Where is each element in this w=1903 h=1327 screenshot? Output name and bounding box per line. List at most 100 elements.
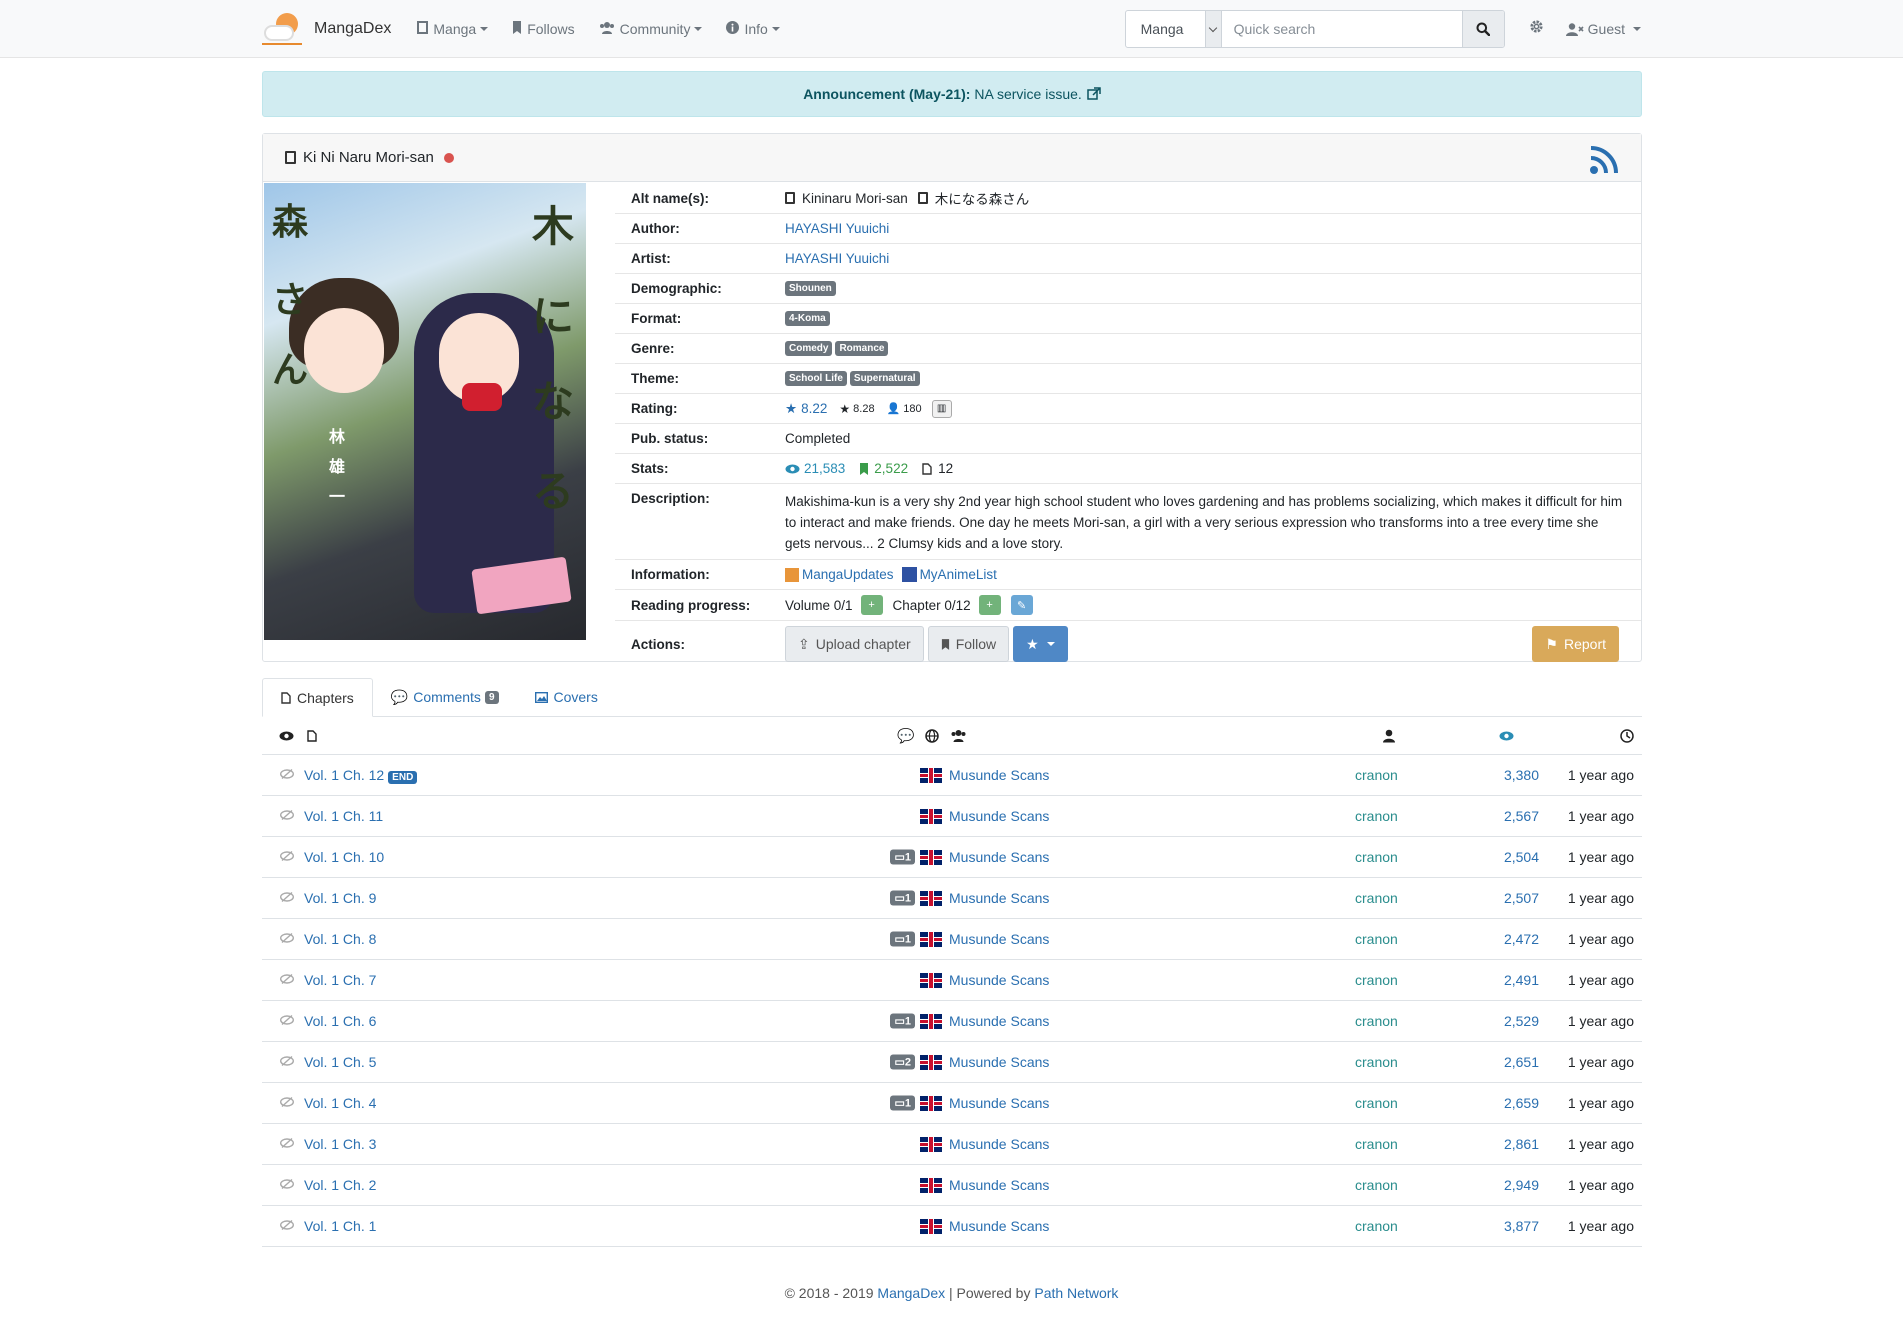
chart-icon[interactable]: ▥ — [931, 399, 952, 418]
mangaupdates-link[interactable]: MangaUpdates — [802, 567, 894, 582]
eye-slash-icon[interactable] — [279, 1014, 295, 1029]
myanimelist-link[interactable]: MyAnimeList — [920, 567, 997, 582]
group-link[interactable]: Musunde Scans — [949, 1013, 1049, 1029]
edit-progress-pencil-icon[interactable]: ✎ — [1010, 595, 1033, 615]
chapter-row[interactable]: Vol. 1 Ch. 9 ▭1 Musunde Scans cranon 2,507 1 … — [262, 878, 1642, 919]
tab-chapters[interactable]: Chapters — [262, 678, 373, 717]
uploader-link[interactable]: cranon — [1355, 931, 1398, 947]
group-link[interactable]: Musunde Scans — [949, 1095, 1049, 1111]
volume-increment-button[interactable]: + — [860, 595, 883, 615]
demographic-badge[interactable]: Shounen — [785, 281, 836, 296]
chapter-title-link[interactable]: Vol. 1 Ch. 12 — [304, 767, 384, 783]
manga-cover-image[interactable]: 木 に な る 森 さ ん 林 雄 一 — [264, 183, 586, 640]
nav-manga[interactable]: Manga — [417, 21, 489, 37]
comment-count-badge[interactable]: ▭1 — [890, 890, 915, 906]
group-link[interactable]: Musunde Scans — [949, 1054, 1049, 1070]
nav-community[interactable]: Community — [599, 21, 703, 37]
author-link[interactable]: HAYASHI Yuuichi — [785, 221, 889, 236]
chapter-title-link[interactable]: Vol. 1 Ch. 9 — [304, 890, 376, 906]
uploader-link[interactable]: cranon — [1355, 1095, 1398, 1111]
group-link[interactable]: Musunde Scans — [949, 849, 1049, 865]
search-button[interactable] — [1461, 11, 1504, 47]
group-link[interactable]: Musunde Scans — [949, 1218, 1049, 1234]
external-link-icon[interactable] — [1087, 87, 1101, 101]
quick-search-input[interactable] — [1221, 11, 1462, 47]
chapter-row[interactable]: Vol. 1 Ch. 7 Musunde Scans cranon 2,491 1 ye… — [262, 960, 1642, 1001]
uploader-link[interactable]: cranon — [1355, 808, 1398, 824]
uploader-link[interactable]: cranon — [1355, 890, 1398, 906]
comment-count-badge[interactable]: ▭1 — [890, 849, 915, 865]
comment-count-badge[interactable]: ▭2 — [890, 1054, 915, 1070]
report-button[interactable]: ⚑ Report — [1532, 626, 1619, 662]
eye-slash-icon[interactable] — [279, 891, 295, 906]
theme-badge[interactable]: Supernatural — [849, 371, 920, 386]
chapter-title-link[interactable]: Vol. 1 Ch. 7 — [304, 972, 376, 988]
chapter-row[interactable]: Vol. 1 Ch. 1 Musunde Scans cranon 3,877 1 ye… — [262, 1206, 1642, 1247]
uploader-link[interactable]: cranon — [1355, 1013, 1398, 1029]
eye-slash-icon[interactable] — [279, 850, 295, 865]
rss-icon[interactable] — [1589, 145, 1619, 175]
comment-count-badge[interactable]: ▭1 — [890, 931, 915, 947]
artist-link[interactable]: HAYASHI Yuuichi — [785, 251, 889, 266]
follow-button[interactable]: Follow — [927, 626, 1010, 662]
brand-link[interactable]: MangaDex — [262, 11, 391, 47]
group-link[interactable]: Musunde Scans — [949, 972, 1049, 988]
tab-covers[interactable]: Covers — [517, 678, 616, 716]
uploader-link[interactable]: cranon — [1355, 1054, 1398, 1070]
rate-button[interactable]: ★ — [1013, 626, 1068, 662]
chapter-title-link[interactable]: Vol. 1 Ch. 6 — [304, 1013, 376, 1029]
chapter-row[interactable]: Vol. 1 Ch. 8 ▭1 Musunde Scans cranon 2,472 1 … — [262, 919, 1642, 960]
uploader-link[interactable]: cranon — [1355, 767, 1398, 783]
search-type-select[interactable]: Manga — [1126, 11, 1206, 47]
eye-slash-icon[interactable] — [279, 768, 295, 783]
chapter-increment-button[interactable]: + — [978, 595, 1001, 615]
eye-slash-icon[interactable] — [279, 1096, 295, 1111]
announcement-link[interactable]: NA service issue. — [974, 86, 1081, 102]
chapter-row[interactable]: Vol. 1 Ch. 6 ▭1 Musunde Scans cranon 2,529 1 … — [262, 1001, 1642, 1042]
chapter-title-link[interactable]: Vol. 1 Ch. 8 — [304, 931, 376, 947]
eye-slash-icon[interactable] — [279, 932, 295, 947]
chapter-row[interactable]: Vol. 1 Ch. 10 ▭1 Musunde Scans cranon 2,504 1… — [262, 837, 1642, 878]
footer-site-link[interactable]: MangaDex — [877, 1285, 945, 1301]
eye-slash-icon[interactable] — [279, 809, 295, 824]
tab-comments[interactable]: 💬 Comments 9 — [373, 678, 517, 716]
uploader-link[interactable]: cranon — [1355, 1177, 1398, 1193]
upload-chapter-button[interactable]: ⇪ Upload chapter — [785, 626, 924, 662]
group-link[interactable]: Musunde Scans — [949, 931, 1049, 947]
chapter-row[interactable]: Vol. 1 Ch. 2 Musunde Scans cranon 2,949 1 ye… — [262, 1165, 1642, 1206]
footer-host-link[interactable]: Path Network — [1034, 1285, 1118, 1301]
chapter-title-link[interactable]: Vol. 1 Ch. 2 — [304, 1177, 376, 1193]
nav-follows[interactable]: Follows — [512, 21, 575, 37]
chapter-title-link[interactable]: Vol. 1 Ch. 3 — [304, 1136, 376, 1152]
format-badge[interactable]: 4-Koma — [785, 311, 830, 326]
group-link[interactable]: Musunde Scans — [949, 1136, 1049, 1152]
uploader-link[interactable]: cranon — [1355, 1218, 1398, 1234]
uploader-link[interactable]: cranon — [1355, 1136, 1398, 1152]
eye-slash-icon[interactable] — [279, 1055, 295, 1070]
group-link[interactable]: Musunde Scans — [949, 808, 1049, 824]
chapter-title-link[interactable]: Vol. 1 Ch. 10 — [304, 849, 384, 865]
comment-count-badge[interactable]: ▭1 — [890, 1095, 915, 1111]
gear-icon[interactable] — [1529, 19, 1544, 39]
eye-slash-icon[interactable] — [279, 1178, 295, 1193]
group-link[interactable]: Musunde Scans — [949, 890, 1049, 906]
chapter-row[interactable]: Vol. 1 Ch. 12 END Musunde Scans cranon 3,380… — [262, 755, 1642, 796]
chapter-row[interactable]: Vol. 1 Ch. 3 Musunde Scans cranon 2,861 1 ye… — [262, 1124, 1642, 1165]
chapter-row[interactable]: Vol. 1 Ch. 5 ▭2 Musunde Scans cranon 2,651 1 … — [262, 1042, 1642, 1083]
genre-badge[interactable]: Comedy — [785, 341, 833, 356]
chapter-row[interactable]: Vol. 1 Ch. 4 ▭1 Musunde Scans cranon 2,659 1 … — [262, 1083, 1642, 1124]
uploader-link[interactable]: cranon — [1355, 849, 1398, 865]
chevron-down-icon[interactable] — [1205, 11, 1222, 47]
chapter-row[interactable]: Vol. 1 Ch. 11 Musunde Scans cranon 2,567 1 y… — [262, 796, 1642, 837]
uploader-link[interactable]: cranon — [1355, 972, 1398, 988]
eye-slash-icon[interactable] — [279, 1137, 295, 1152]
comment-count-badge[interactable]: ▭1 — [890, 1013, 915, 1029]
user-menu[interactable]: Guest — [1565, 21, 1641, 37]
eye-slash-icon[interactable] — [279, 1219, 295, 1234]
chapter-title-link[interactable]: Vol. 1 Ch. 1 — [304, 1218, 376, 1234]
genre-badge[interactable]: Romance — [835, 341, 889, 356]
chapter-title-link[interactable]: Vol. 1 Ch. 5 — [304, 1054, 376, 1070]
chapter-title-link[interactable]: Vol. 1 Ch. 4 — [304, 1095, 376, 1111]
chapter-title-link[interactable]: Vol. 1 Ch. 11 — [304, 808, 383, 824]
eye-slash-icon[interactable] — [279, 973, 295, 988]
